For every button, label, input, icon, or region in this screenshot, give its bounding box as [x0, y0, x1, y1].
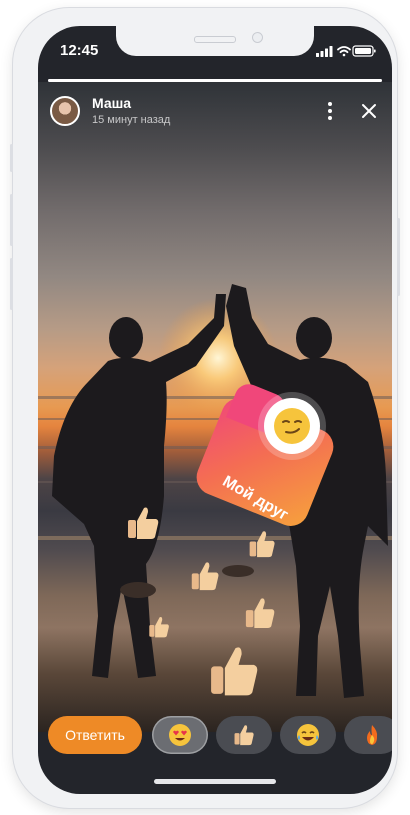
story-progress-fill	[48, 79, 382, 82]
volume-down-button	[10, 258, 13, 310]
story-screen[interactable]: 12:45 Маша 15 минут назад Мой друг Ответ…	[38, 26, 392, 794]
author-avatar[interactable]	[50, 96, 80, 126]
post-time: 15 минут назад	[92, 114, 171, 126]
status-bar: 12:45	[38, 26, 392, 74]
thumbs-up-icon	[149, 616, 169, 638]
story-progress-bar	[48, 79, 382, 82]
reaction-fire-button[interactable]	[344, 716, 392, 754]
status-time: 12:45	[60, 42, 99, 59]
mute-switch	[10, 144, 13, 172]
reaction-heart-eyes-button[interactable]	[152, 716, 208, 754]
thumbs-up-icon	[245, 598, 275, 629]
signal-icon	[316, 46, 333, 57]
thumbs-up-icon	[128, 507, 159, 539]
close-icon[interactable]	[358, 100, 380, 122]
home-indicator[interactable]	[154, 779, 276, 784]
more-icon[interactable]	[323, 100, 337, 122]
thumbs-up-emoji-icon	[234, 725, 254, 746]
tears-of-joy-emoji-icon	[297, 724, 319, 746]
author-name[interactable]: Маша	[92, 95, 131, 111]
fire-emoji-icon	[367, 725, 378, 745]
reaction-thumbs-up-button[interactable]	[216, 716, 272, 754]
front-camera	[252, 32, 263, 43]
reply-button[interactable]: Ответить	[48, 716, 142, 754]
heart-eyes-emoji-icon	[169, 724, 191, 746]
reaction-tears-of-joy-button[interactable]	[280, 716, 336, 754]
status-icons	[316, 45, 376, 57]
speaker-grille	[194, 36, 236, 43]
smirking-face-emoji-icon	[274, 408, 310, 444]
thumbs-up-icon	[191, 562, 219, 591]
reply-bar: Ответить	[38, 716, 392, 762]
volume-up-button	[10, 194, 13, 246]
wifi-icon	[337, 46, 351, 57]
battery-icon	[352, 45, 376, 57]
thumbs-up-icon	[211, 647, 258, 696]
power-button	[397, 218, 400, 296]
thumbs-up-icon	[249, 531, 275, 558]
notch	[116, 26, 314, 56]
